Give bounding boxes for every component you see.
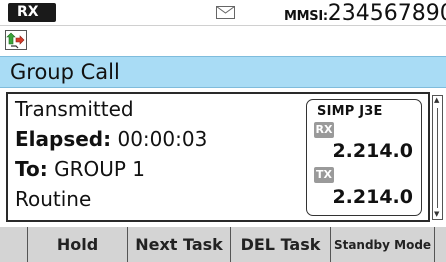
call-details-panel: Transmitted Elapsed: 00:00:03 To: GROUP … (6, 92, 430, 222)
call-status: Transmitted (15, 97, 134, 121)
elapsed-value: 00:00:03 (117, 127, 208, 151)
channel-mode: SIMP J3E (317, 104, 383, 119)
tx-frequency: 2.214.0 (332, 186, 413, 208)
rx-mode-badge: RX (8, 3, 56, 22)
mmsi-display: MMSI:234567890 (284, 1, 446, 25)
standby-mode-button[interactable]: Standby Mode (330, 227, 434, 262)
elapsed-label: Elapsed: (15, 127, 112, 151)
task-arrows-icon (5, 30, 27, 50)
mmsi-label: MMSI: (284, 9, 328, 24)
next-task-button[interactable]: Next Task (127, 227, 230, 262)
channel-box: SIMP J3E RX 2.214.0 TX 2.214.0 (306, 99, 422, 216)
title-bar: Group Call (0, 56, 446, 88)
page-title: Group Call (10, 60, 120, 84)
elapsed-row: Elapsed: 00:00:03 (15, 127, 207, 151)
scroll-down-icon[interactable]: ▼ (434, 211, 439, 218)
softkey-bar: Hold Next Task DEL Task Standby Mode (0, 227, 446, 262)
scrollbar[interactable]: ▲ ▼ (432, 95, 443, 220)
call-category: Routine (15, 187, 92, 211)
rx-tag: RX (314, 122, 334, 138)
del-task-button[interactable]: DEL Task (230, 227, 330, 262)
indicator-row (0, 27, 446, 53)
rx-frequency: 2.214.0 (332, 140, 413, 162)
mmsi-value: 234567890 (327, 1, 446, 25)
scroll-track (437, 108, 438, 208)
to-value: GROUP 1 (54, 157, 146, 181)
dsc-screen: RX MMSI:234567890 Group Call Transmitted… (0, 0, 446, 262)
tx-tag: TX (314, 167, 334, 183)
envelope-icon (216, 6, 235, 19)
status-bar: RX MMSI:234567890 (0, 0, 446, 26)
softkey-blank-left[interactable] (0, 227, 27, 262)
scroll-up-icon[interactable]: ▲ (434, 97, 439, 104)
to-row: To: GROUP 1 (15, 157, 145, 181)
hold-button[interactable]: Hold (27, 227, 127, 262)
to-label: To: (15, 157, 48, 181)
softkey-blank-right[interactable] (434, 227, 446, 262)
